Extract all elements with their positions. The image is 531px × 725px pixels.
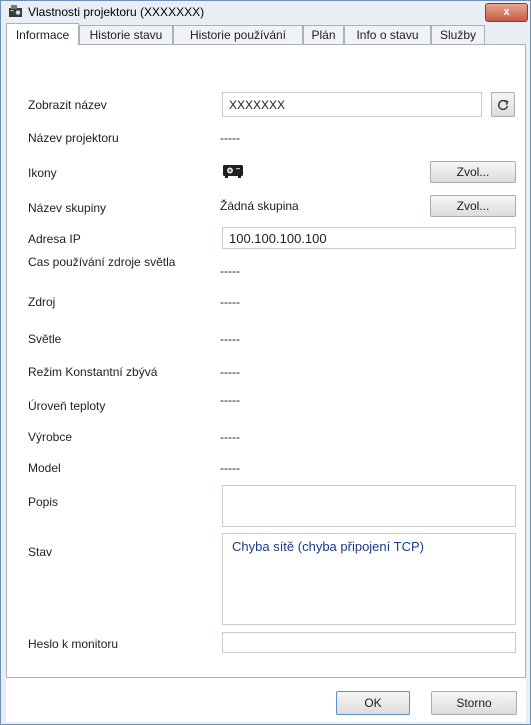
tab-bar: Informace Historie stavu Historie použív… [6, 23, 526, 45]
status-box[interactable]: Chyba sítě (chyba připojení TCP) [222, 533, 516, 625]
info-panel: Zobrazit název XXXXXXX Název projektoru … [6, 44, 526, 678]
temperature-value: ----- [220, 393, 240, 407]
group-name-value: Žádná skupina [220, 199, 299, 213]
model-value: ----- [220, 461, 240, 475]
title-bar[interactable]: Vlastnosti projektoru (XXXXXXX) x [1, 1, 530, 23]
choose-group-button[interactable]: Zvol... [430, 195, 516, 217]
close-icon: x [503, 6, 510, 18]
model-label: Model [28, 461, 61, 475]
manufacturer-value: ----- [220, 430, 240, 444]
tab-sluzby[interactable]: Služby [431, 25, 485, 44]
close-button[interactable]: x [485, 3, 528, 22]
light-usage-label: Cas používání zdroje světla [28, 255, 176, 269]
source-label: Zdroj [28, 295, 56, 309]
source-value: ----- [220, 295, 240, 309]
tab-informace[interactable]: Informace [6, 23, 79, 45]
cancel-button[interactable]: Storno [431, 691, 517, 715]
ip-address-label: Adresa IP [28, 232, 81, 246]
ok-button[interactable]: OK [336, 691, 410, 715]
light-usage-value: ----- [220, 264, 240, 278]
monitor-password-input[interactable] [222, 632, 516, 653]
constant-mode-value: ----- [220, 365, 240, 379]
tab-historie-pouzivani[interactable]: Historie používání [173, 25, 303, 44]
ip-address-input[interactable]: 100.100.100.100 [222, 227, 516, 249]
brightness-label: Světle [28, 332, 62, 346]
tab-historie-stavu[interactable]: Historie stavu [79, 25, 173, 44]
display-name-input[interactable]: XXXXXXX [222, 92, 482, 117]
window-title: Vlastnosti projektoru (XXXXXXX) [28, 5, 205, 19]
monitor-password-label: Heslo k monitoru [28, 637, 119, 651]
refresh-button[interactable] [491, 92, 515, 117]
status-label: Stav [28, 545, 53, 559]
group-name-label: Název skupiny [28, 201, 107, 215]
icons-label: Ikony [28, 166, 57, 180]
projector-window-icon [9, 5, 22, 17]
projector-name-value: ----- [220, 131, 240, 145]
tab-info-o-stavu[interactable]: Info o stavu [344, 25, 431, 44]
description-input[interactable] [222, 485, 516, 527]
tab-plan[interactable]: Plán [303, 25, 344, 44]
manufacturer-label: Výrobce [28, 430, 73, 444]
brightness-value: ----- [220, 332, 240, 346]
constant-mode-label: Režim Konstantní zbývá [28, 365, 158, 379]
properties-window: Vlastnosti projektoru (XXXXXXX) x Inform… [0, 0, 531, 725]
projector-icon [223, 165, 243, 178]
projector-name-label: Název projektoru [28, 131, 119, 145]
display-name-label: Zobrazit název [28, 98, 107, 112]
temperature-label: Úroveň teploty [28, 399, 106, 413]
choose-icon-button[interactable]: Zvol... [430, 161, 516, 183]
description-label: Popis [28, 495, 59, 509]
button-bar: OK Storno [6, 678, 526, 722]
refresh-icon [498, 99, 509, 111]
